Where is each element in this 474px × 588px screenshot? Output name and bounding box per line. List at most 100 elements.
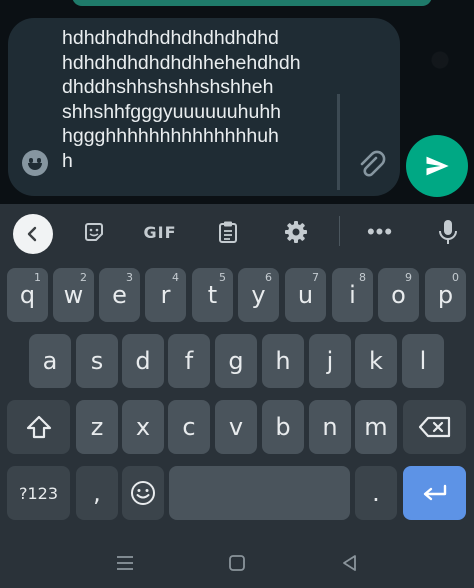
key-label: e: [112, 281, 127, 309]
message-line: hggghhhhhhhhhhhhhhuh: [62, 125, 279, 147]
key-label: i: [349, 281, 356, 309]
key-label: w: [63, 281, 84, 309]
enter-key[interactable]: [403, 466, 466, 520]
key-a[interactable]: a: [29, 334, 71, 388]
shift-key[interactable]: [7, 400, 70, 454]
key-hint: 4: [172, 271, 179, 284]
keyboard: GIF ••• 1 q 2 w 3 e 4 r 5 t 6 y 7 u 8 i …: [0, 204, 474, 538]
key-s[interactable]: s: [76, 334, 118, 388]
system-nav-bar: [0, 538, 474, 588]
key-z[interactable]: z: [76, 400, 118, 454]
symbols-key[interactable]: ?123: [7, 466, 70, 520]
more-label: •••: [366, 219, 394, 244]
key-label: l: [419, 347, 427, 375]
key-label: n: [322, 413, 338, 441]
key-label: t: [207, 281, 218, 309]
key-label: y: [251, 281, 266, 309]
key-l[interactable]: l: [402, 334, 444, 388]
gif-button[interactable]: GIF: [140, 214, 180, 250]
sticker-icon[interactable]: [80, 214, 108, 250]
gif-label: GIF: [143, 222, 177, 242]
key-y[interactable]: 6 y: [238, 268, 279, 322]
backspace-icon: [418, 416, 450, 438]
send-button[interactable]: [406, 135, 468, 197]
key-hint: 5: [219, 271, 226, 284]
emoji-icon[interactable]: [22, 150, 48, 176]
chat-background: hdhdhdhdhdhdhdhdhdhd hdhdhdhdhdhdhhehehd…: [0, 0, 474, 204]
key-n[interactable]: n: [309, 400, 351, 454]
key-label: d: [135, 347, 151, 375]
microphone-icon[interactable]: [436, 214, 460, 250]
backspace-key[interactable]: [403, 400, 466, 454]
key-q[interactable]: 1 q: [7, 268, 48, 322]
more-icon[interactable]: •••: [362, 214, 398, 250]
key-label: j: [326, 347, 334, 375]
message-compose-box[interactable]: hdhdhdhdhdhdhdhdhdhd hdhdhdhdhdhdhhehehd…: [8, 18, 400, 196]
message-line: h: [62, 149, 73, 172]
message-input[interactable]: hdhdhdhdhdhdhdhdhdhd hdhdhdhdhdhdhhehehd…: [62, 26, 342, 173]
key-hint: 8: [359, 271, 366, 284]
period-label: .: [372, 479, 380, 507]
key-b[interactable]: b: [262, 400, 304, 454]
back-triangle-icon[interactable]: [337, 550, 363, 576]
key-v[interactable]: v: [215, 400, 257, 454]
key-label: z: [90, 413, 104, 441]
recent-apps-icon[interactable]: [112, 550, 138, 576]
key-u[interactable]: 7 u: [285, 268, 326, 322]
key-t[interactable]: 5 t: [192, 268, 233, 322]
shift-icon: [26, 415, 51, 439]
send-icon: [426, 156, 449, 176]
key-label: v: [228, 413, 244, 441]
gear-icon[interactable]: [282, 214, 310, 250]
key-label: c: [182, 413, 196, 441]
key-w[interactable]: 2 w: [53, 268, 94, 322]
space-bar[interactable]: [169, 466, 350, 520]
key-hint: 0: [452, 271, 459, 284]
key-k[interactable]: k: [355, 334, 397, 388]
clipboard-icon[interactable]: [214, 214, 242, 250]
home-icon[interactable]: [224, 550, 250, 576]
key-i[interactable]: 8 i: [332, 268, 373, 322]
key-label: k: [369, 347, 383, 375]
message-line: hdhdhdhdhdhdhhehehdhdh: [62, 51, 301, 74]
key-hint: 3: [126, 271, 133, 284]
key-f[interactable]: f: [168, 334, 210, 388]
key-x[interactable]: x: [122, 400, 164, 454]
key-c[interactable]: c: [168, 400, 210, 454]
key-label: a: [42, 347, 58, 375]
emoji-key[interactable]: [122, 466, 164, 520]
key-g[interactable]: g: [215, 334, 257, 388]
key-h[interactable]: h: [262, 334, 304, 388]
key-hint: 7: [312, 271, 319, 284]
symbols-label: ?123: [18, 483, 59, 503]
message-line: shhshhfgggyuuuuuuhuhh: [62, 100, 282, 123]
message-line: dhddhshhshshhshshheh: [62, 76, 274, 98]
key-hint: 2: [80, 271, 87, 284]
key-r[interactable]: 4 r: [145, 268, 186, 322]
key-label: m: [364, 413, 388, 441]
key-label: b: [275, 413, 291, 441]
comma-key[interactable]: ,: [76, 466, 118, 520]
key-label: u: [297, 281, 314, 309]
key-label: g: [228, 347, 244, 375]
previous-message-bubble: [72, 0, 432, 6]
input-scrollbar: [337, 94, 340, 190]
key-e[interactable]: 3 e: [99, 268, 140, 322]
chevron-left-icon[interactable]: [13, 214, 53, 254]
key-m[interactable]: m: [355, 400, 397, 454]
key-label: q: [19, 281, 36, 309]
key-label: x: [135, 413, 151, 441]
key-o[interactable]: 9 o: [378, 268, 419, 322]
key-hint: 9: [405, 271, 412, 284]
paperclip-icon[interactable]: [354, 148, 388, 182]
key-j[interactable]: j: [309, 334, 351, 388]
message-line: hdhdhdhdhdhdhdhdhdhd: [62, 27, 279, 49]
key-hint: 1: [34, 271, 41, 284]
period-key[interactable]: .: [355, 466, 397, 520]
key-p[interactable]: 0 p: [425, 268, 466, 322]
key-label: o: [391, 281, 406, 309]
key-hint: 6: [265, 271, 272, 284]
comma-label: ,: [93, 479, 101, 507]
key-label: h: [275, 347, 291, 375]
key-d[interactable]: d: [122, 334, 164, 388]
